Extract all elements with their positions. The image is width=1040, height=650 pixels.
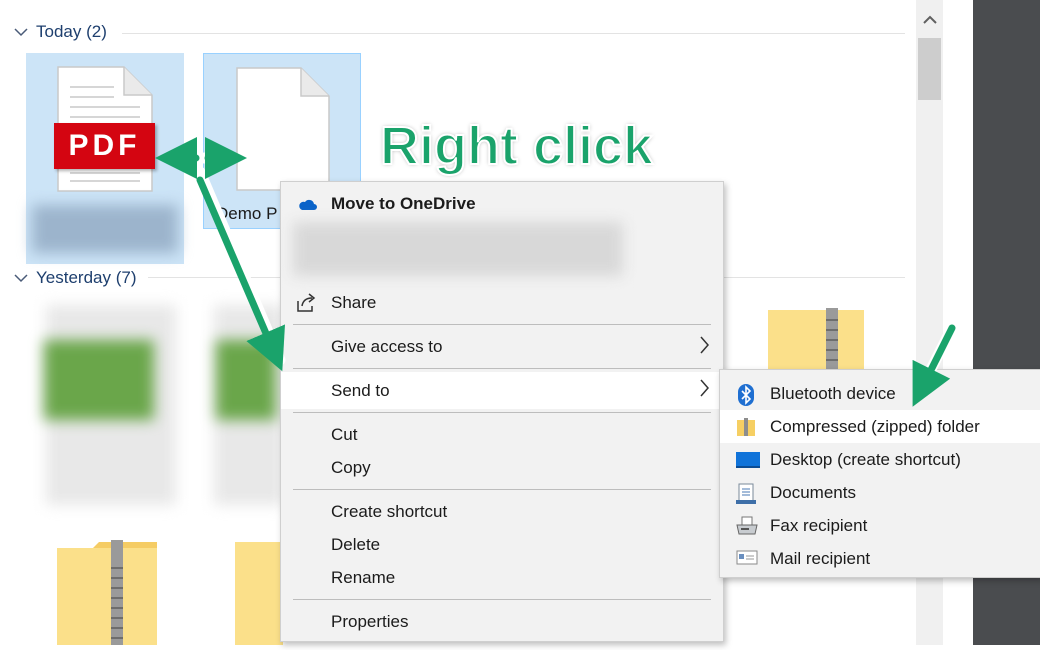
fax-icon bbox=[736, 516, 758, 536]
menu-item-copy[interactable]: Copy bbox=[281, 453, 723, 483]
menu-item-label: Give access to bbox=[331, 337, 443, 356]
zip-folder-icon[interactable] bbox=[233, 538, 283, 645]
zip-folder-icon[interactable] bbox=[768, 308, 864, 370]
blurred-menu-items bbox=[293, 222, 623, 276]
menu-item-label: Send to bbox=[331, 380, 390, 400]
submenu-item-label: Desktop (create shortcut) bbox=[770, 449, 961, 469]
submenu-item-bluetooth-device[interactable]: Bluetooth device bbox=[720, 377, 1040, 410]
group-label: Today (2) bbox=[36, 22, 107, 41]
menu-item-label: Create shortcut bbox=[331, 502, 448, 521]
send-to-submenu: Bluetooth device Compressed (zipped) fol… bbox=[719, 369, 1040, 578]
menu-separator bbox=[293, 368, 711, 369]
submenu-item-mail-recipient[interactable]: Mail recipient bbox=[720, 542, 1040, 575]
menu-separator bbox=[293, 489, 711, 490]
scrollbar-thumb[interactable] bbox=[918, 38, 941, 100]
group-header-today[interactable]: Today (2) bbox=[14, 20, 107, 44]
mail-icon bbox=[736, 549, 758, 569]
zip-folder-icon[interactable] bbox=[55, 538, 159, 645]
submenu-arrow-icon bbox=[699, 379, 709, 402]
desktop-icon bbox=[736, 450, 760, 470]
annotation-title: Right click bbox=[379, 115, 654, 177]
file-tile-pdf[interactable]: PDF bbox=[26, 53, 184, 264]
group-divider bbox=[122, 33, 905, 34]
menu-item-properties[interactable]: Properties bbox=[281, 607, 723, 637]
menu-separator bbox=[293, 599, 711, 600]
menu-item-delete[interactable]: Delete bbox=[281, 530, 723, 560]
group-label: Yesterday (7) bbox=[36, 268, 137, 287]
blank-document-icon bbox=[235, 66, 331, 192]
menu-item-send-to[interactable]: Send to bbox=[281, 372, 723, 409]
pdf-badge: PDF bbox=[54, 123, 155, 169]
menu-item-label: Copy bbox=[331, 458, 371, 477]
menu-separator bbox=[293, 324, 711, 325]
menu-item-label: Share bbox=[331, 293, 377, 312]
menu-separator bbox=[293, 412, 711, 413]
menu-item-label: Cut bbox=[331, 425, 358, 444]
submenu-item-label: Compressed (zipped) folder bbox=[770, 416, 980, 436]
submenu-item-fax-recipient[interactable]: Fax recipient bbox=[720, 509, 1040, 542]
chevron-down-icon bbox=[14, 268, 28, 288]
submenu-item-documents[interactable]: Documents bbox=[720, 476, 1040, 509]
submenu-item-compressed-folder[interactable]: Compressed (zipped) folder bbox=[720, 410, 1040, 443]
blurred-thumbnail-image bbox=[44, 340, 154, 420]
blurred-thumbnail-image bbox=[216, 340, 276, 420]
menu-item-create-shortcut[interactable]: Create shortcut bbox=[281, 497, 723, 527]
submenu-arrow-icon bbox=[699, 336, 709, 359]
group-header-yesterday[interactable]: Yesterday (7) bbox=[14, 266, 136, 290]
file-name-demo: Demo P bbox=[216, 204, 278, 223]
submenu-item-label: Bluetooth device bbox=[770, 383, 896, 403]
menu-item-label: Delete bbox=[331, 535, 381, 554]
menu-item-give-access-to[interactable]: Give access to bbox=[281, 330, 723, 364]
menu-item-share[interactable]: Share bbox=[281, 287, 723, 319]
onedrive-icon bbox=[297, 196, 317, 216]
documents-icon bbox=[736, 483, 756, 504]
zip-folder-icon bbox=[736, 417, 756, 437]
submenu-item-desktop[interactable]: Desktop (create shortcut) bbox=[720, 443, 1040, 476]
pdf-badge-label: PDF bbox=[68, 129, 141, 162]
submenu-item-label: Fax recipient bbox=[770, 515, 868, 535]
menu-item-rename[interactable]: Rename bbox=[281, 563, 723, 593]
menu-item-move-to-onedrive[interactable]: Move to OneDrive bbox=[281, 190, 723, 218]
bluetooth-icon bbox=[736, 384, 756, 406]
scroll-up-button[interactable] bbox=[916, 6, 943, 34]
blurred-file-name bbox=[32, 205, 178, 253]
chevron-down-icon bbox=[14, 22, 28, 42]
menu-item-label: Properties bbox=[331, 612, 409, 631]
submenu-item-label: Documents bbox=[770, 482, 856, 502]
chevron-up-icon bbox=[922, 15, 937, 24]
context-menu: Move to OneDrive Share Give access to Se… bbox=[280, 181, 724, 642]
menu-item-label: Rename bbox=[331, 568, 396, 587]
menu-item-cut[interactable]: Cut bbox=[281, 420, 723, 450]
share-icon bbox=[295, 293, 317, 318]
menu-item-label: Move to OneDrive bbox=[331, 194, 476, 213]
submenu-item-label: Mail recipient bbox=[770, 548, 871, 568]
